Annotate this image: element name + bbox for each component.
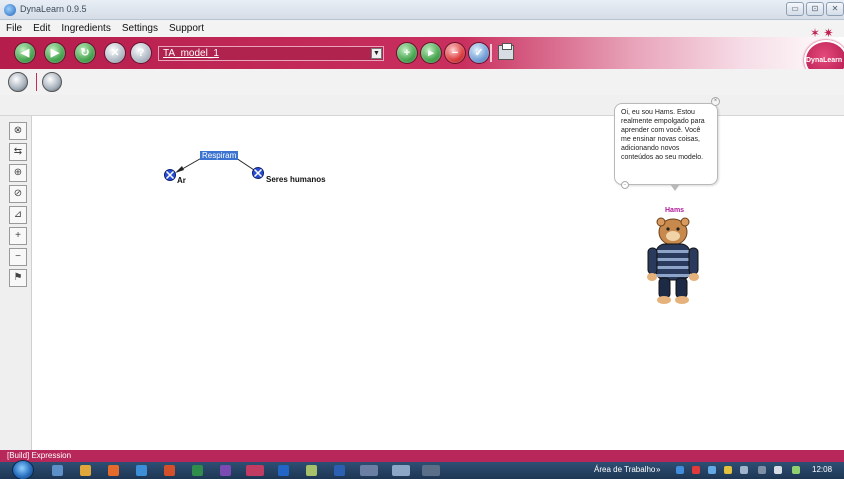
add-model-button[interactable]: + — [396, 42, 418, 64]
window-controls: ▭ ⊡ ✕ — [786, 2, 844, 16]
tray-signal-icon[interactable] — [758, 466, 766, 474]
logo-sparks: ✶ ✷ — [810, 26, 834, 40]
minimize-button[interactable]: ▭ — [786, 2, 804, 16]
tray-app-icon[interactable] — [708, 466, 716, 474]
value-tool-icon[interactable]: ⊿ — [9, 206, 27, 224]
taskbar-outlook-icon[interactable] — [278, 465, 289, 476]
add-tool-icon[interactable]: + — [9, 227, 27, 245]
menu-bar: File Edit Ingredients Settings Support — [0, 20, 844, 37]
model-canvas[interactable] — [33, 116, 844, 450]
attribute-tool-icon[interactable]: ⊕ — [9, 164, 27, 182]
clock[interactable]: 12:08 — [812, 465, 832, 474]
flag-tool-icon[interactable]: ⚑ — [9, 269, 27, 287]
tray-alert-icon[interactable] — [692, 466, 700, 474]
menu-edit[interactable]: Edit — [33, 23, 50, 34]
help-icon: ? — [137, 47, 145, 59]
entity-tool-icon[interactable]: ⊗ — [9, 122, 27, 140]
refresh-icon: ↻ — [80, 47, 90, 59]
stop-button[interactable]: ✕ — [104, 42, 126, 64]
relation-label[interactable]: Respiram — [200, 151, 239, 160]
window-title: DynaLearn 0.9.5 — [20, 4, 87, 14]
entity-seres-humanos-label[interactable]: Seres humanos — [266, 175, 326, 184]
taskbar-window-icon[interactable] — [392, 465, 410, 476]
add-model-icon: + — [403, 47, 411, 59]
toolbar-separator — [36, 73, 37, 91]
main-toolbar: ◀ ▶ ↻ ✕ ? TA_model_1 ▼ + ▸ − ✓ — [0, 37, 844, 69]
desktop-toolbar-label[interactable]: Área de Trabalho — [594, 465, 655, 474]
refresh-button[interactable]: ↻ — [74, 42, 96, 64]
help-button[interactable]: ? — [130, 42, 152, 64]
menu-settings[interactable]: Settings — [122, 23, 158, 34]
taskbar-onenote-icon[interactable] — [220, 465, 231, 476]
taskbar-word-icon[interactable] — [334, 465, 345, 476]
stop-icon: ✕ — [110, 47, 120, 59]
menu-file[interactable]: File — [6, 23, 22, 34]
entity-ar-label[interactable]: Ar — [177, 176, 186, 185]
tray-device-icon[interactable] — [740, 466, 748, 474]
menu-ingredients[interactable]: Ingredients — [61, 23, 110, 34]
chevron-down-icon[interactable]: ▼ — [371, 48, 382, 59]
forward-icon: ▶ — [50, 47, 60, 59]
remove-tool-icon[interactable]: − — [9, 248, 27, 266]
print-icon[interactable] — [498, 43, 514, 60]
taskbar-dynalearn-icon[interactable] — [246, 465, 264, 476]
taskbar-browser-icon[interactable] — [136, 465, 147, 476]
taskbar-paint-icon[interactable] — [306, 465, 317, 476]
title-bar: DynaLearn 0.9.5 ▭ ⊡ ✕ — [0, 0, 844, 20]
model-name: TA_model_1 — [163, 48, 219, 59]
taskbar-active-app-icon[interactable] — [360, 465, 378, 476]
hamster-character[interactable] — [642, 214, 704, 306]
taskbar-explorer-icon[interactable] — [52, 465, 63, 476]
character-name: Hams — [665, 207, 685, 214]
ingredient-tool-icon[interactable] — [42, 72, 62, 92]
check-model-button[interactable]: ✓ — [468, 42, 490, 64]
app-icon — [4, 4, 16, 16]
speech-text: Oi, eu sou Hams. Estou realmente empolga… — [621, 109, 705, 161]
model-tool-icon[interactable] — [8, 72, 28, 92]
run-model-button[interactable]: ▸ — [420, 42, 442, 64]
run-model-icon: ▸ — [428, 47, 434, 59]
entity-ar-icon[interactable] — [164, 169, 176, 181]
taskbar-media-icon[interactable] — [108, 465, 119, 476]
model-select[interactable]: TA_model_1 ▼ — [158, 46, 384, 61]
taskbar-app-icon[interactable] — [80, 465, 91, 476]
os-taskbar: Área de Trabalho » 12:08 — [0, 460, 844, 479]
taskbar-powerpoint-icon[interactable] — [164, 465, 175, 476]
entity-seres-humanos-icon[interactable] — [252, 167, 264, 179]
status-text: [Build] Expression — [7, 451, 72, 460]
secondary-toolbar — [0, 69, 844, 95]
taskbar-window-2-icon[interactable] — [422, 465, 440, 476]
speech-bubble: Oi, eu sou Hams. Estou realmente empolga… — [614, 103, 718, 185]
check-model-icon: ✓ — [474, 47, 484, 59]
close-button[interactable]: ✕ — [826, 2, 844, 16]
tray-flag-icon[interactable] — [724, 466, 732, 474]
logo-text: DynaLearn — [806, 57, 843, 64]
quantity-tool-icon[interactable]: ⊘ — [9, 185, 27, 203]
close-icon[interactable]: × — [711, 97, 720, 106]
bubble-tail — [670, 184, 680, 191]
start-button[interactable] — [12, 460, 34, 479]
maximize-button[interactable]: ⊡ — [806, 2, 824, 16]
tray-network-icon[interactable] — [676, 466, 684, 474]
back-icon: ◀ — [20, 47, 30, 59]
status-bar: [Build] Expression — [0, 450, 844, 462]
menu-support[interactable]: Support — [169, 23, 204, 34]
minimize-bubble-icon[interactable]: − — [621, 181, 629, 189]
tool-palette: ⊗ ⇆ ⊕ ⊘ ⊿ + − ⚑ — [0, 116, 32, 450]
tray-chevron-icon[interactable]: » — [656, 465, 660, 474]
tray-volume-icon[interactable] — [774, 466, 782, 474]
forward-button[interactable]: ▶ — [44, 42, 66, 64]
configuration-tool-icon[interactable]: ⇆ — [9, 143, 27, 161]
back-button[interactable]: ◀ — [14, 42, 36, 64]
delete-model-icon: − — [451, 47, 459, 59]
toolbar-separator — [490, 44, 492, 62]
taskbar-excel-icon[interactable] — [192, 465, 203, 476]
delete-model-button[interactable]: − — [444, 42, 466, 64]
tray-sync-icon[interactable] — [792, 466, 800, 474]
